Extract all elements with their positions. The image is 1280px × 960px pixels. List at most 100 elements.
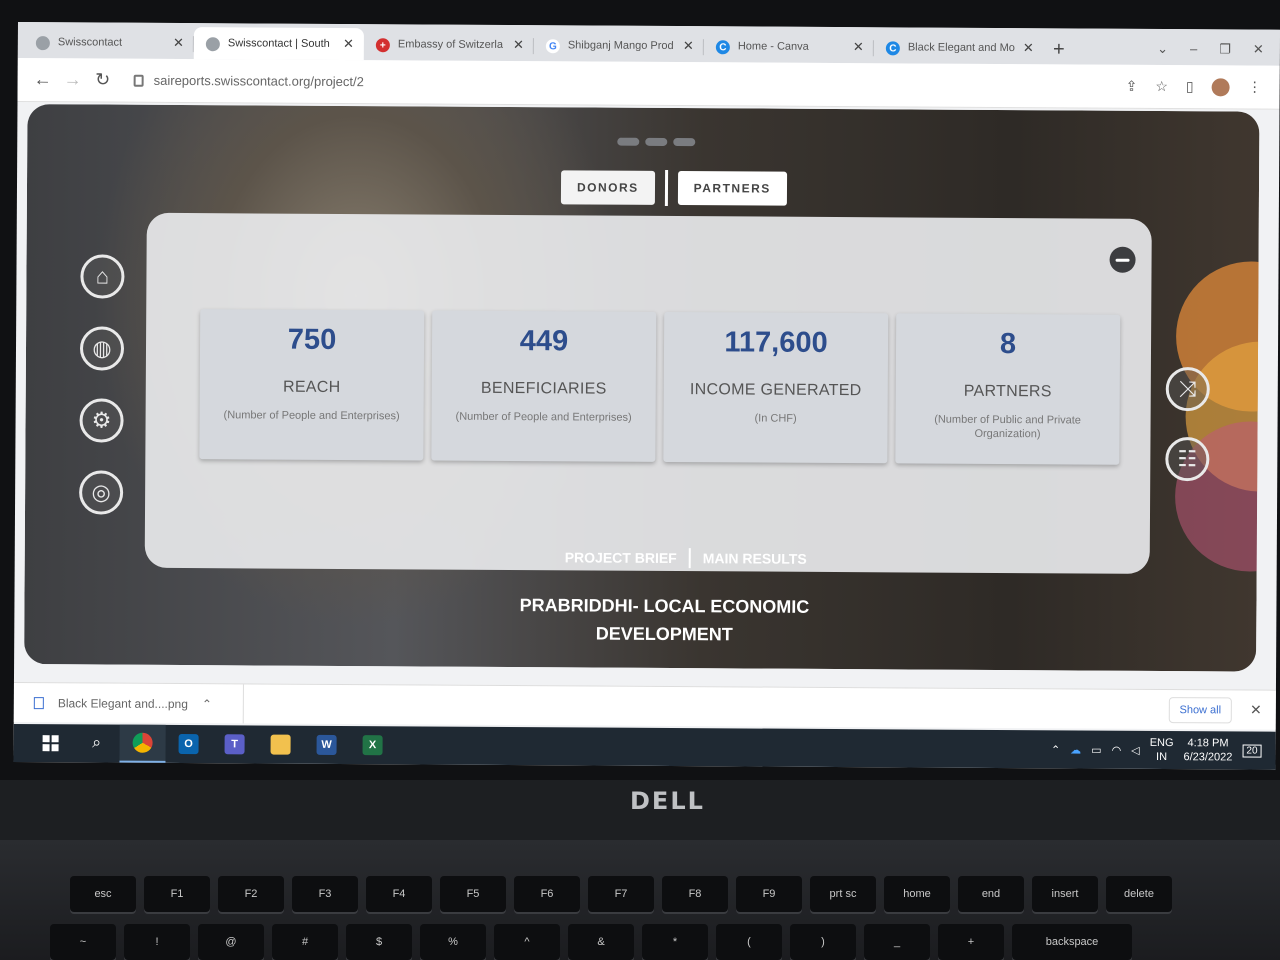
- profile-avatar[interactable]: [1211, 77, 1230, 96]
- battery-icon[interactable]: ▭: [1091, 743, 1101, 756]
- teams-icon[interactable]: T: [211, 725, 257, 763]
- keyboard-key: F4: [366, 876, 432, 912]
- close-window-icon[interactable]: ✕: [1253, 42, 1264, 58]
- keyboard-key: end: [958, 876, 1024, 912]
- menu-kebab-icon[interactable]: ⋮: [1248, 79, 1262, 96]
- chrome-icon[interactable]: [119, 724, 166, 763]
- stat-sublabel: (Number of People and Enterprises): [455, 410, 632, 424]
- home-icon[interactable]: ⌂: [80, 254, 125, 299]
- carousel-dot[interactable]: [673, 138, 696, 147]
- onedrive-icon[interactable]: ☁: [1070, 743, 1081, 756]
- keyboard-key: F7: [588, 876, 654, 912]
- google-icon: G: [545, 39, 560, 54]
- bookmark-star-icon[interactable]: ☆: [1155, 78, 1168, 95]
- windows-start-icon[interactable]: [27, 724, 73, 762]
- reload-icon[interactable]: ↻: [88, 69, 118, 90]
- address-bar[interactable]: saireports.swisscontact.org/project/2: [133, 72, 364, 90]
- minimize-icon[interactable]: –: [1190, 41, 1197, 57]
- tab-close-icon[interactable]: ✕: [343, 36, 354, 52]
- keyboard-key: *: [642, 924, 708, 960]
- browser-tab[interactable]: C Home - Canva ✕: [704, 30, 874, 63]
- dell-logo: DELL: [630, 787, 705, 815]
- carousel-dot[interactable]: [617, 137, 640, 146]
- chevron-up-icon[interactable]: ⌃: [1051, 743, 1060, 756]
- globe-icon[interactable]: ◍: [79, 326, 125, 371]
- collapse-minus-icon[interactable]: [1109, 246, 1136, 273]
- keyboard-key: F8: [662, 876, 728, 912]
- forward-arrow-icon[interactable]: →: [58, 69, 88, 90]
- keyboard-key: ^: [494, 924, 560, 960]
- stat-sublabel: (Number of Public and Private Organizati…: [934, 413, 1081, 441]
- clock[interactable]: 4:18 PM 6/23/2022: [1183, 736, 1232, 764]
- project-brief-link[interactable]: PROJECT BRIEF: [565, 549, 677, 566]
- tab-search-icon[interactable]: ⌄: [1157, 41, 1168, 57]
- lang-bottom: IN: [1156, 750, 1168, 764]
- tab-title: Swisscontact: [57, 36, 123, 49]
- browser-tab-active[interactable]: Swisscontact | South ✕: [193, 27, 364, 61]
- word-icon[interactable]: W: [303, 726, 349, 764]
- download-bar: Black Elegant and....png ⌃ Show all ✕: [13, 681, 1276, 730]
- tab-title: Home - Canva: [737, 40, 809, 53]
- download-item[interactable]: Black Elegant and....png ⌃: [33, 683, 244, 724]
- side-panel-icon[interactable]: ▯: [1186, 78, 1194, 95]
- tab-title: Embassy of Switzerla: [397, 38, 504, 51]
- keyboard-key: +: [938, 924, 1004, 960]
- partners-tab[interactable]: PARTNERS: [677, 171, 787, 206]
- project-links: PROJECT BRIEF MAIN RESULTS: [565, 547, 807, 569]
- back-arrow-icon[interactable]: ←: [28, 69, 58, 90]
- wifi-icon[interactable]: ◠: [1112, 743, 1122, 756]
- show-all-button[interactable]: Show all: [1168, 696, 1233, 723]
- stat-label: BENEFICIARIES: [480, 379, 607, 398]
- search-icon[interactable]: ⌕: [73, 724, 119, 762]
- carousel-dot[interactable]: [645, 137, 668, 146]
- carousel-dots[interactable]: [617, 137, 696, 147]
- tab-close-icon[interactable]: ✕: [513, 37, 524, 53]
- donors-tab[interactable]: DONORS: [560, 170, 655, 205]
- group-icon[interactable]: ☷: [1165, 437, 1210, 482]
- file-explorer-icon[interactable]: [257, 725, 303, 763]
- restore-icon[interactable]: ❐: [1219, 41, 1231, 57]
- keyboard-key: F5: [440, 876, 506, 912]
- keyboard-key: backspace: [1012, 924, 1132, 960]
- browser-tab[interactable]: G Shibganj Mango Prod ✕: [534, 29, 704, 62]
- canva-icon: C: [885, 41, 900, 56]
- lang-top: ENG: [1149, 736, 1174, 750]
- tab-close-icon[interactable]: ✕: [683, 38, 694, 54]
- new-tab-button[interactable]: +: [1044, 34, 1074, 64]
- stat-value: 449: [519, 325, 569, 358]
- circle-icon[interactable]: ◎: [78, 470, 124, 515]
- chevron-up-icon[interactable]: ⌃: [202, 697, 212, 711]
- main-results-link[interactable]: MAIN RESULTS: [703, 550, 807, 567]
- share-icon[interactable]: ⇪: [1126, 78, 1138, 95]
- close-download-bar-icon[interactable]: ✕: [1250, 702, 1262, 719]
- notification-icon[interactable]: 20: [1242, 743, 1262, 758]
- keyboard-key: (: [716, 924, 782, 960]
- handshake-icon[interactable]: ⤨: [1165, 367, 1210, 412]
- laptop-screen: Swisscontact ✕ Swisscontact | South ✕ + …: [13, 22, 1280, 770]
- file-icon: [33, 696, 44, 709]
- swiss-flag-icon: +: [375, 38, 390, 53]
- settings-cycle-icon[interactable]: ⚙: [79, 398, 124, 443]
- tab-close-icon[interactable]: ✕: [853, 39, 864, 55]
- stat-card-income: 117,600 INCOME GENERATED (In CHF): [663, 311, 889, 464]
- excel-icon[interactable]: X: [349, 726, 395, 764]
- outlook-icon[interactable]: O: [165, 725, 211, 763]
- tab-title: Shibganj Mango Prod: [567, 39, 674, 53]
- browser-tab[interactable]: C Black Elegant and Mo ✕: [874, 31, 1044, 64]
- language-indicator[interactable]: ENG IN: [1150, 736, 1174, 764]
- number-key-row: ~ ! @ # $ % ^ & * ( ) _ + backspace: [50, 924, 1132, 960]
- keyboard-key: esc: [70, 876, 136, 912]
- download-filename: Black Elegant and....png: [57, 695, 188, 711]
- url-text: saireports.swisscontact.org/project/2: [153, 72, 364, 90]
- keyboard-key: ): [790, 924, 856, 960]
- donor-partner-tabs: DONORS PARTNERS: [560, 169, 787, 206]
- volume-icon[interactable]: ◁: [1131, 743, 1140, 756]
- tab-close-icon[interactable]: ✕: [1023, 40, 1034, 56]
- tab-close-icon[interactable]: ✕: [173, 35, 184, 51]
- keyboard-key: &: [568, 924, 634, 960]
- keyboard-key: prt sc: [810, 876, 876, 912]
- keyboard-key: F1: [144, 876, 210, 912]
- canva-icon: C: [715, 40, 730, 55]
- browser-tab[interactable]: Swisscontact ✕: [24, 26, 194, 59]
- browser-tab[interactable]: + Embassy of Switzerla ✕: [364, 28, 534, 61]
